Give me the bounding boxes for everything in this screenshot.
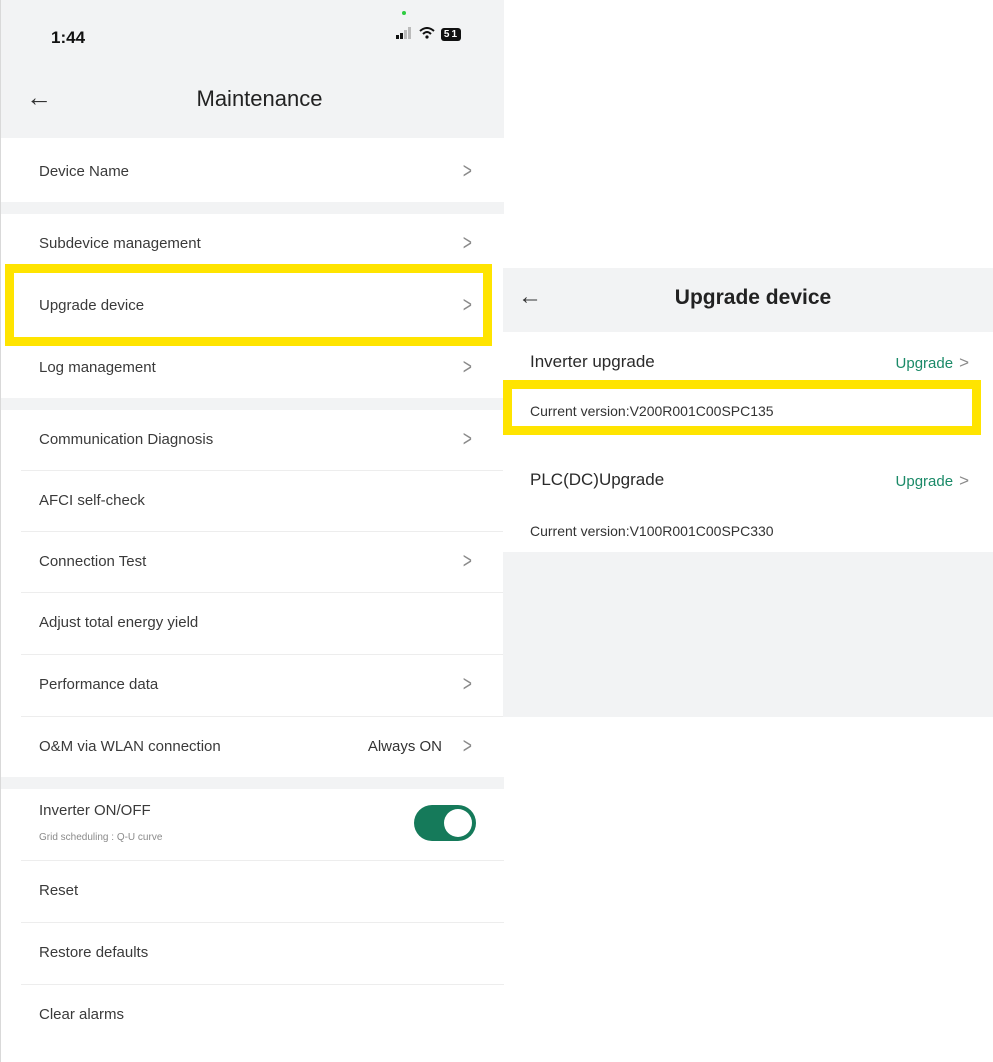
chevron-right-icon: > xyxy=(463,733,473,758)
inverter-toggle[interactable] xyxy=(414,805,476,841)
plc-current-version: Current version:V100R001C00SPC330 xyxy=(530,523,774,539)
chevron-right-icon: > xyxy=(463,548,473,573)
chevron-right-icon: > xyxy=(463,230,473,255)
status-icons: 51 xyxy=(396,24,462,44)
page-title: Upgrade device xyxy=(674,286,832,309)
highlight-box-current-version xyxy=(503,380,981,435)
menu-item-label: Reset xyxy=(39,882,79,899)
menu-item-afci-self-check[interactable]: AFCI self-check xyxy=(1,471,504,531)
menu-item-label: Subdevice management xyxy=(39,235,201,252)
grid-scheduling-label: Grid scheduling : Q-U curve xyxy=(39,832,163,843)
upgrade-device-screen: ← Upgrade device Inverter upgrade Upgrad… xyxy=(503,268,993,717)
menu-item-device-name[interactable]: Device Name > xyxy=(1,142,504,202)
section-gap xyxy=(1,777,504,789)
inverter-upgrade-link[interactable]: Upgrade > xyxy=(896,353,969,373)
chevron-right-icon: > xyxy=(463,158,473,183)
wifi-icon xyxy=(419,24,442,43)
menu-item-label: O&M via WLAN connection xyxy=(39,738,221,755)
menu-item-label: Clear alarms xyxy=(39,1006,125,1023)
chevron-right-icon: > xyxy=(959,471,969,490)
menu-item-communication-diagnosis[interactable]: Communication Diagnosis > xyxy=(1,410,504,470)
chevron-right-icon: > xyxy=(463,354,473,379)
maintenance-header: ← Maintenance xyxy=(1,70,504,138)
page-title: Maintenance xyxy=(196,86,323,111)
highlight-box-upgrade-device xyxy=(5,264,492,346)
menu-item-restore-defaults[interactable]: Restore defaults xyxy=(1,923,504,983)
upgrade-header: ← Upgrade device xyxy=(503,268,993,332)
upgrade-link-text: Upgrade xyxy=(895,473,954,490)
signal-icon xyxy=(396,24,419,43)
menu-item-inverter-onoff: Inverter ON/OFF Grid scheduling : Q-U cu… xyxy=(1,789,504,859)
status-bar: 1:44 51 xyxy=(1,0,504,70)
plc-upgrade-link[interactable]: Upgrade > xyxy=(896,471,969,491)
menu-item-label: Device Name xyxy=(39,163,130,180)
menu-item-label: AFCI self-check xyxy=(39,492,145,509)
inverter-upgrade-label: Inverter upgrade xyxy=(530,352,655,371)
menu-item-label: Log management xyxy=(39,359,156,376)
chevron-right-icon: > xyxy=(463,671,473,696)
menu-item-log-management[interactable]: Log management > xyxy=(1,338,504,398)
privacy-indicator-icon xyxy=(402,11,406,15)
menu-item-reset[interactable]: Reset xyxy=(1,861,504,921)
status-time: 1:44 xyxy=(51,28,86,47)
om-wlan-value: Always ON xyxy=(367,738,442,755)
menu-item-label: Connection Test xyxy=(39,553,147,570)
menu-item-label: Restore defaults xyxy=(39,944,149,961)
section-gap xyxy=(1,398,504,410)
menu-item-label: Adjust total energy yield xyxy=(39,614,199,631)
menu-item-label: Performance data xyxy=(39,676,159,693)
chevron-right-icon: > xyxy=(463,426,473,451)
upgrade-link-text: Upgrade xyxy=(895,355,954,372)
menu-item-om-wlan[interactable]: O&M via WLAN connection Always ON > xyxy=(1,717,504,777)
upgrade-list: Inverter upgrade Upgrade > Current versio… xyxy=(503,332,993,552)
menu-item-label: Inverter ON/OFF xyxy=(39,802,151,819)
menu-item-label: Communication Diagnosis xyxy=(39,431,214,448)
battery-icon: 51 xyxy=(441,28,462,42)
toggle-knob xyxy=(444,809,472,837)
menu-item-connection-test[interactable]: Connection Test > xyxy=(1,532,504,592)
section-gap xyxy=(1,202,504,214)
plc-upgrade-label: PLC(DC)Upgrade xyxy=(530,470,665,489)
maintenance-screen: 1:44 51 ← Maintenance Device Name > Subd… xyxy=(0,0,504,1062)
menu-item-clear-alarms[interactable]: Clear alarms xyxy=(1,985,504,1045)
chevron-right-icon: > xyxy=(959,353,969,372)
menu-item-performance-data[interactable]: Performance data > xyxy=(1,655,504,715)
menu-item-adjust-energy-yield[interactable]: Adjust total energy yield xyxy=(1,593,504,653)
